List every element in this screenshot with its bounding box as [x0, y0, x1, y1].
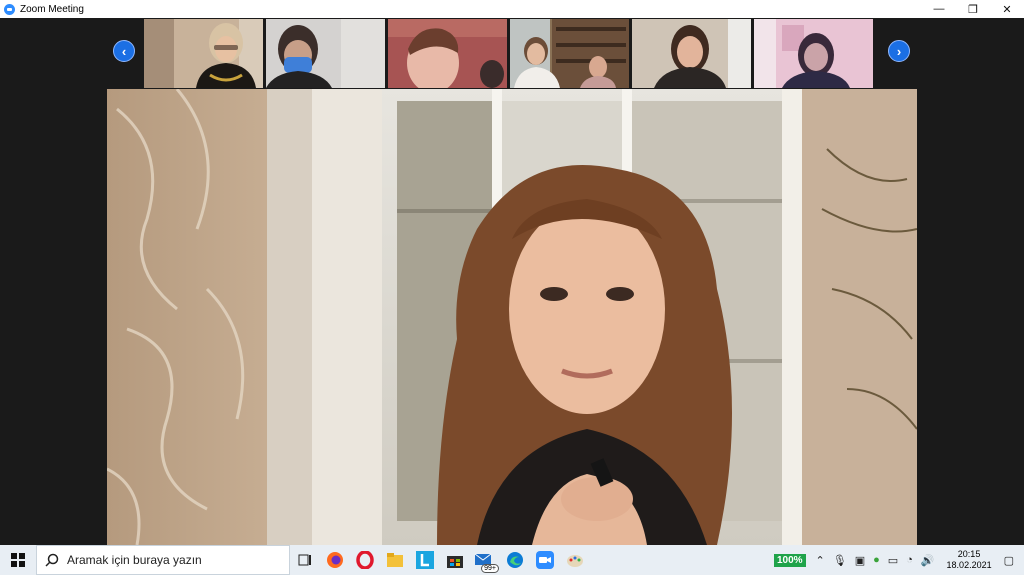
edge-button[interactable] [500, 545, 530, 575]
task-view-button[interactable] [290, 545, 320, 575]
firefox-button[interactable] [320, 545, 350, 575]
mail-unread-badge: 99+ [481, 564, 499, 573]
security-icon[interactable]: ● [873, 554, 880, 566]
taskbar: Aramak için buraya yazın 99+ 100% ⌃ 🎙 ▣ … [0, 545, 1024, 575]
folder-icon [387, 553, 403, 567]
restore-button[interactable]: ❐ [956, 0, 990, 18]
store-bag-icon [447, 556, 463, 568]
close-button[interactable]: ✕ [990, 0, 1024, 18]
participant-video [266, 19, 385, 88]
participant-video [144, 19, 263, 88]
window-title: Zoom Meeting [20, 3, 84, 15]
microphone-icon[interactable]: 🎙 [833, 554, 847, 567]
participant-video [754, 19, 873, 88]
zoom-app-icon [4, 3, 15, 15]
participant-video [510, 19, 629, 88]
minimize-button[interactable]: — [922, 0, 956, 18]
chevron-left-icon: ‹ [121, 43, 127, 59]
clock-time: 20:15 [957, 549, 981, 559]
window-controls: — ❐ ✕ [922, 0, 1024, 18]
gallery-prev-button[interactable]: ‹ [113, 40, 135, 62]
task-view-icon [298, 554, 311, 566]
participant-thumbnail[interactable] [754, 19, 873, 88]
participant-thumbnail[interactable] [144, 19, 263, 88]
paint-palette-icon [567, 555, 583, 567]
edge-icon [507, 552, 523, 568]
participant-video [632, 19, 751, 88]
show-hidden-icons-icon[interactable]: ⌃ [816, 554, 825, 567]
system-tray: 100% ⌃ 🎙 ▣ ● ▭ ◔ 🔊 20:15 18.02.2021 ▢ [773, 545, 1024, 575]
l-app-button[interactable] [410, 545, 440, 575]
power-icon[interactable]: ▭ [888, 554, 898, 567]
active-speaker-video[interactable] [107, 89, 917, 545]
start-button[interactable] [0, 545, 36, 575]
zoom-taskbar-button[interactable] [530, 545, 560, 575]
search-placeholder: Aramak için buraya yazın [67, 553, 202, 567]
volume-icon[interactable]: 🔊 [921, 554, 935, 567]
app-tray-icon[interactable]: ▣ [855, 554, 865, 567]
gallery-next-button[interactable]: › [888, 40, 910, 62]
paint-button[interactable] [560, 545, 590, 575]
taskbar-search-box[interactable]: Aramak için buraya yazın [36, 545, 290, 575]
zoom-icon [536, 551, 554, 569]
chevron-right-icon: › [896, 43, 902, 59]
battery-indicator[interactable]: 100% [773, 553, 806, 567]
opera-button[interactable] [350, 545, 380, 575]
store-button[interactable] [440, 545, 470, 575]
participant-thumbnail[interactable] [510, 19, 629, 88]
search-icon [45, 553, 59, 567]
participant-thumbnail[interactable] [632, 19, 751, 88]
taskbar-clock[interactable]: 20:15 18.02.2021 [947, 549, 992, 571]
speaker-video-frame [107, 89, 917, 545]
mail-button[interactable]: 99+ [470, 545, 500, 575]
meeting-stage: ‹ › [0, 18, 1024, 545]
firefox-icon [327, 552, 343, 568]
opera-icon [356, 551, 374, 569]
participant-video [388, 19, 507, 88]
l-app-icon [416, 551, 434, 569]
participant-thumbnail[interactable] [388, 19, 507, 88]
wifi-icon[interactable]: ◔ [906, 554, 913, 566]
notifications-icon[interactable]: ▢ [1004, 554, 1014, 567]
file-explorer-button[interactable] [380, 545, 410, 575]
windows-logo-icon [11, 553, 25, 567]
clock-date: 18.02.2021 [946, 560, 992, 570]
participant-thumbnail[interactable] [266, 19, 385, 88]
window-title-bar: Zoom Meeting — ❐ ✕ [0, 0, 1024, 18]
participant-strip [144, 19, 877, 88]
